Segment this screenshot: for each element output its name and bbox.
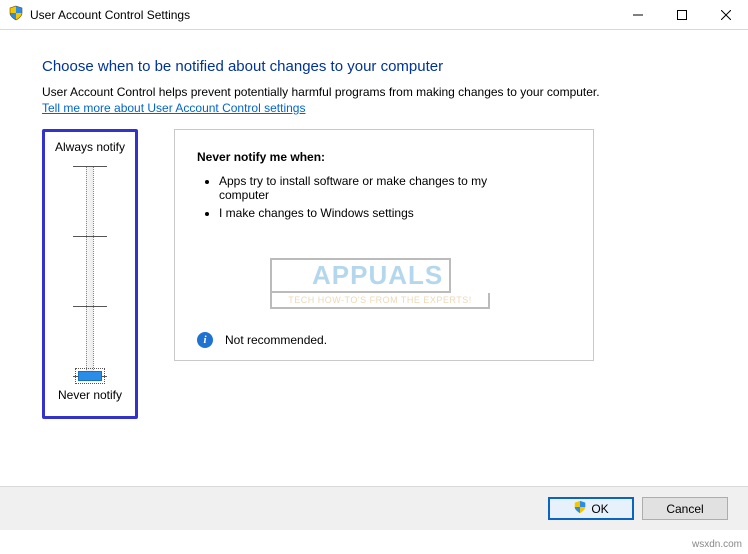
info-icon: i [197, 332, 213, 348]
cancel-button[interactable]: Cancel [642, 497, 728, 520]
slider-tick [73, 236, 107, 237]
recommendation-row: i Not recommended. [197, 332, 327, 348]
titlebar: User Account Control Settings [0, 0, 748, 30]
slider-tick [73, 306, 107, 307]
ok-button[interactable]: OK [548, 497, 634, 520]
slider-tick [73, 166, 107, 167]
uac-shield-icon [573, 500, 587, 517]
dialog-footer: OK Cancel [0, 486, 748, 530]
panel-list-item: I make changes to Windows settings [219, 206, 571, 220]
body-row: Always notify Never notify Never notify … [42, 129, 706, 419]
panel-list-item: Apps try to install software or make cha… [219, 174, 571, 202]
notification-slider-group: Always notify Never notify [42, 129, 138, 419]
recommendation-text: Not recommended. [225, 333, 327, 347]
page-description: User Account Control helps prevent poten… [42, 85, 706, 99]
close-button[interactable] [704, 0, 748, 30]
window-title: User Account Control Settings [30, 8, 190, 22]
slider-top-label: Always notify [49, 140, 131, 154]
notification-info-panel: Never notify me when: Apps try to instal… [174, 129, 594, 361]
slider-thumb[interactable] [78, 371, 102, 381]
panel-list: Apps try to install software or make cha… [201, 174, 571, 220]
ok-button-label: OK [591, 502, 608, 516]
content-area: Choose when to be notified about changes… [0, 30, 748, 419]
slider-track [86, 166, 94, 376]
page-heading: Choose when to be notified about changes… [42, 58, 706, 75]
attribution-text: wsxdn.com [692, 539, 742, 550]
minimize-button[interactable] [616, 0, 660, 30]
cancel-button-label: Cancel [666, 502, 703, 516]
panel-title: Never notify me when: [197, 150, 571, 164]
help-link[interactable]: Tell me more about User Account Control … [42, 101, 305, 115]
uac-shield-icon [8, 5, 24, 24]
notification-slider[interactable] [67, 166, 113, 376]
maximize-button[interactable] [660, 0, 704, 30]
slider-bottom-label: Never notify [49, 388, 131, 402]
